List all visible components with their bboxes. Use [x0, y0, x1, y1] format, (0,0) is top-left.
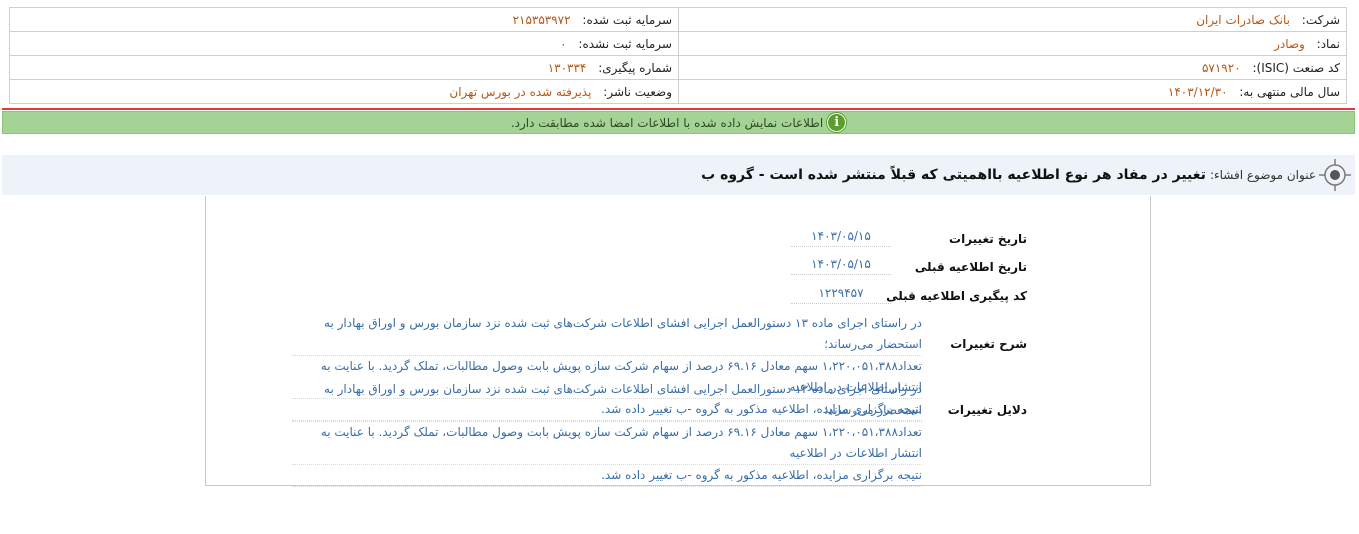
change-reasons-label: دلایل تغییرات — [947, 403, 1027, 417]
isic-value: ۵۷۱۹۲۰ — [1201, 60, 1241, 75]
company-info-table: شرکت: بانک صادرات ایران سرمایه ثبت شده: … — [9, 7, 1347, 104]
info-row-2: نماد: وصادر سرمایه ثبت نشده: ۰ — [9, 31, 1347, 56]
subject-title: تغییر در مفاد هر نوع اطلاعیه بااهمیتی که… — [701, 167, 1206, 183]
change-reasons-line: نتیجه برگزاری مزایده، اطلاعیه مذکور به گ… — [292, 465, 922, 487]
fiscal-year-cell: سال مالی منتهی به: ۱۴۰۳/۱۲/۳۰ — [678, 79, 1347, 104]
prev-tracking-code-label: کد پیگیری اطلاعیه قبلی — [886, 289, 1027, 303]
change-reasons-line: در راستای اجرای ماده ۱۳ دستورالعمل اجرای… — [292, 379, 922, 422]
fiscal-year-value: ۱۴۰۳/۱۲/۳۰ — [1167, 84, 1228, 99]
isic-cell: کد صنعت (ISIC): ۵۷۱۹۲۰ — [678, 55, 1347, 80]
details-panel: تاریخ تغییرات ۱۴۰۳/۰۵/۱۵ تاریخ اطلاعیه ق… — [205, 196, 1151, 487]
registered-capital-label: سرمایه ثبت شده: — [582, 12, 672, 27]
prev-notice-date-value: ۱۴۰۳/۰۵/۱۵ — [791, 257, 891, 275]
tracking-number-cell: شماره پیگیری: ۱۳۰۳۳۴ — [9, 55, 679, 80]
disclosure-page: شرکت: بانک صادرات ایران سرمایه ثبت شده: … — [0, 0, 1359, 534]
symbol-cell: نماد: وصادر — [678, 31, 1347, 56]
company-label: شرکت: — [1301, 12, 1340, 27]
prev-notice-date-label: تاریخ اطلاعیه قبلی — [914, 260, 1027, 274]
target-icon — [1318, 158, 1352, 192]
change-reasons-text: در راستای اجرای ماده ۱۳ دستورالعمل اجرای… — [292, 379, 922, 487]
unregistered-capital-cell: سرمایه ثبت نشده: ۰ — [9, 31, 679, 56]
signature-verified-bar: i اطلاعات نمایش داده شده با اطلاعات امضا… — [2, 111, 1355, 134]
red-divider — [2, 108, 1355, 110]
publisher-status-cell: وضعیت ناشر: پذیرفته شده در بورس تهران — [9, 79, 679, 104]
company-cell: شرکت: بانک صادرات ایران — [678, 7, 1347, 32]
publisher-status-label: وضعیت ناشر: — [603, 84, 672, 99]
publisher-status-value: پذیرفته شده در بورس تهران — [449, 84, 592, 99]
info-row-1: شرکت: بانک صادرات ایران سرمایه ثبت شده: … — [9, 7, 1347, 32]
unregistered-capital-value: ۰ — [560, 36, 567, 51]
info-row-4: سال مالی منتهی به: ۱۴۰۳/۱۲/۳۰ وضعیت ناشر… — [9, 79, 1347, 104]
company-value[interactable]: بانک صادرات ایران — [1196, 13, 1290, 27]
change-description-label: شرح تغییرات — [950, 337, 1027, 351]
unregistered-capital-label: سرمایه ثبت نشده: — [578, 36, 672, 51]
prev-tracking-code-value: ۱۲۲۹۴۵۷ — [791, 286, 891, 304]
change-description-line: در راستای اجرای ماده ۱۳ دستورالعمل اجرای… — [292, 313, 922, 356]
symbol-value[interactable]: وصادر — [1274, 37, 1305, 51]
fiscal-year-label: سال مالی منتهی به: — [1239, 84, 1340, 99]
registered-capital-value: ۲۱۵۳۵۳۹۷۲ — [512, 12, 571, 27]
subject-label: عنوان موضوع افشاء: — [1209, 168, 1316, 182]
registered-capital-cell: سرمایه ثبت شده: ۲۱۵۳۵۳۹۷۲ — [9, 7, 679, 32]
change-date-label: تاریخ تغییرات — [949, 232, 1027, 246]
tracking-number-value: ۱۳۰۳۳۴ — [547, 60, 587, 75]
info-row-3: کد صنعت (ISIC): ۵۷۱۹۲۰ شماره پیگیری: ۱۳۰… — [9, 55, 1347, 80]
info-icon: i — [827, 113, 847, 132]
change-reasons-line: تعداد۱،۲۲۰،۰۵۱،۳۸۸ سهم معادل ۶۹.۱۶ درصد … — [292, 422, 922, 465]
signature-verified-message: اطلاعات نمایش داده شده با اطلاعات امضا ش… — [510, 115, 824, 130]
change-date-value: ۱۴۰۳/۰۵/۱۵ — [791, 229, 891, 247]
isic-label: کد صنعت (ISIC): — [1252, 60, 1340, 75]
subject-title-band: عنوان موضوع افشاء: تغییر در مفاد هر نوع … — [2, 155, 1355, 195]
tracking-number-label: شماره پیگیری: — [598, 60, 672, 75]
symbol-label: نماد: — [1316, 36, 1340, 51]
